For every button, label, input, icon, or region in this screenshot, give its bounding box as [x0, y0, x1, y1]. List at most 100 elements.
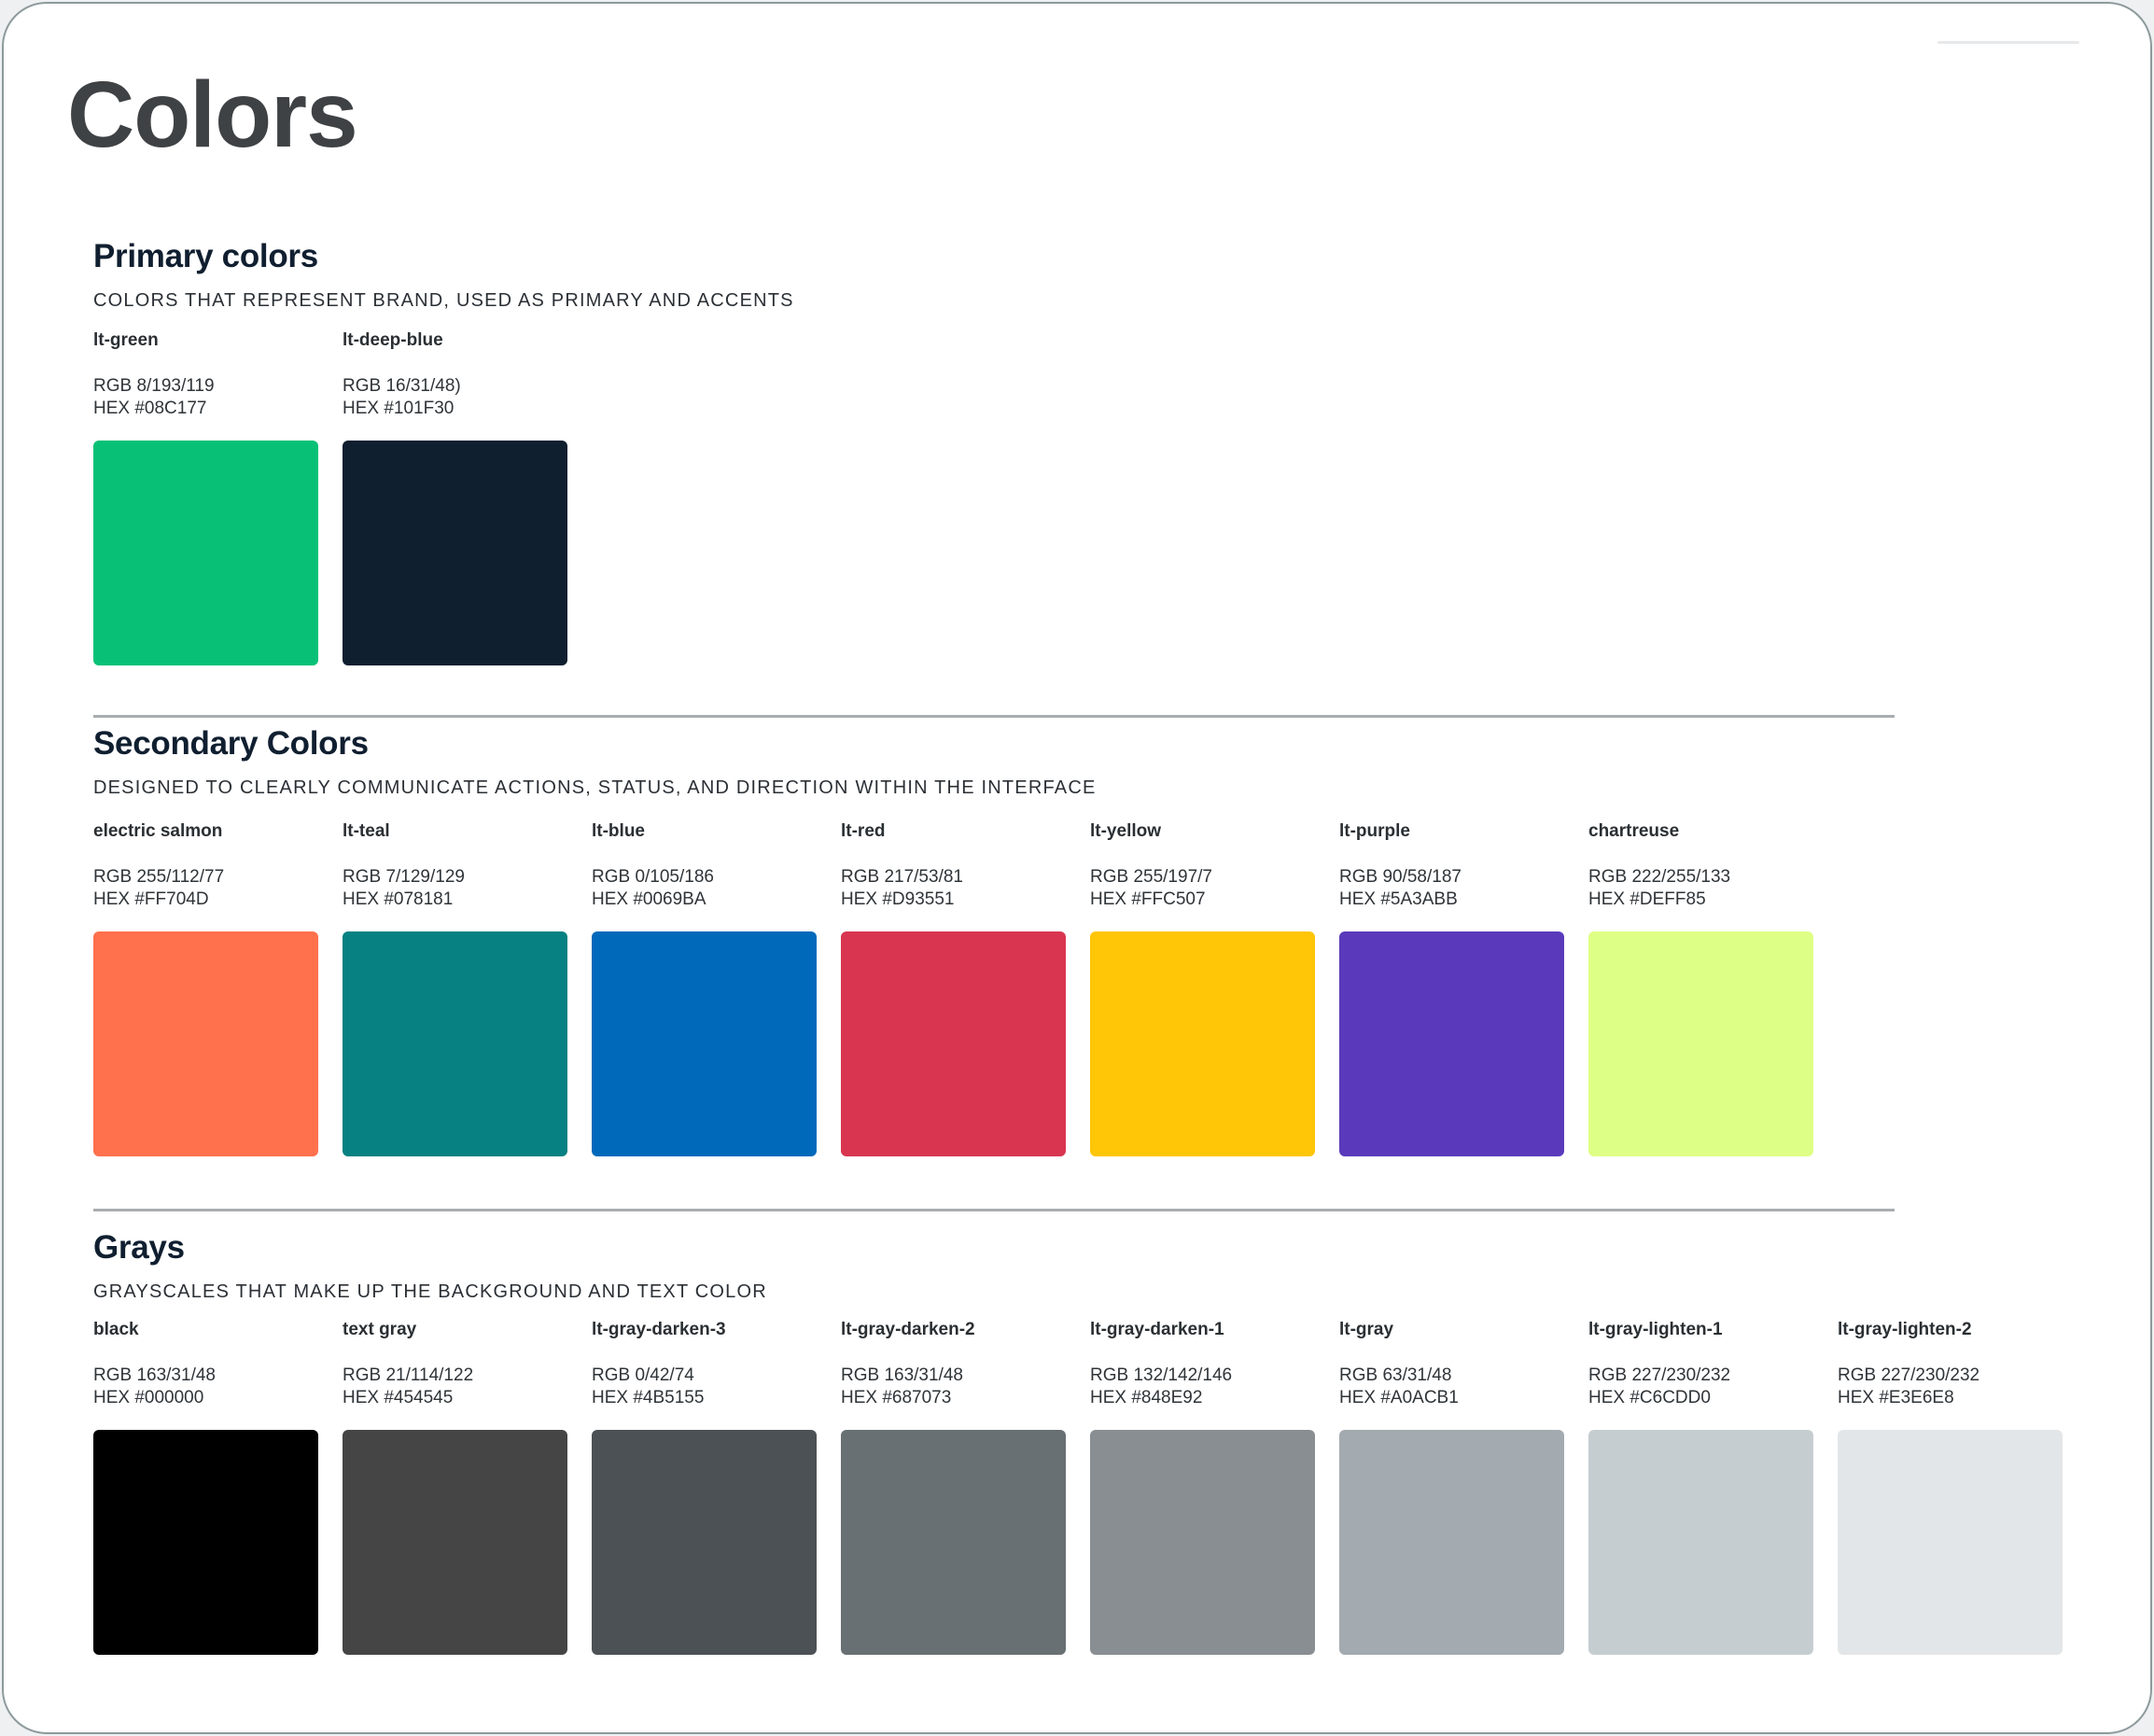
swatch-name: lt-gray-darken-2 — [841, 1320, 975, 1339]
swatch-name: lt-gray-darken-1 — [1090, 1320, 1224, 1339]
swatch-rgb: RGB 0/105/186 — [592, 867, 714, 887]
swatch-hex: HEX #454545 — [343, 1388, 454, 1407]
swatch-hex: HEX #FF704D — [93, 889, 209, 909]
grays-section: Grays GRAYSCALES THAT MAKE UP THE BACKGR… — [93, 1228, 2109, 1303]
swatch-name: lt-green — [93, 330, 159, 350]
swatch-lt-gray-darken-1[interactable]: lt-gray-darken-1 RGB 132/142/146 HEX #84… — [1090, 1320, 1315, 1655]
swatch-hex: HEX #5A3ABB — [1339, 889, 1458, 909]
swatch-hex: HEX #08C177 — [93, 399, 207, 418]
color-palette-card: Colors Primary colors COLORS THAT REPRES… — [2, 2, 2152, 1734]
section-subtitle: DESIGNED TO CLEARLY COMMUNICATE ACTIONS,… — [93, 777, 1097, 798]
swatch-name: lt-gray-lighten-2 — [1838, 1320, 1972, 1339]
swatch-lt-deep-blue[interactable]: lt-deep-blue RGB 16/31/48) HEX #101F30 — [343, 330, 567, 665]
swatch-hex: HEX #078181 — [343, 889, 454, 909]
swatch-hex: HEX #4B5155 — [592, 1388, 705, 1407]
color-chip[interactable] — [343, 931, 567, 1156]
swatch-rgb: RGB 163/31/48 — [841, 1365, 963, 1385]
swatch-hex: HEX #848E92 — [1090, 1388, 1203, 1407]
swatch-lt-gray-darken-3[interactable]: lt-gray-darken-3 RGB 0/42/74 HEX #4B5155 — [592, 1320, 817, 1655]
swatch-lt-blue[interactable]: lt-blue RGB 0/105/186 HEX #0069BA — [592, 821, 817, 1156]
swatch-name: lt-gray-darken-3 — [592, 1320, 726, 1339]
primary-swatch-row: lt-green RGB 8/193/119 HEX #08C177 lt-de… — [93, 330, 567, 665]
swatch-rgb: RGB 132/142/146 — [1090, 1365, 1233, 1385]
swatch-lt-gray-lighten-2[interactable]: lt-gray-lighten-2 RGB 227/230/232 HEX #E… — [1838, 1320, 2063, 1655]
swatch-rgb: RGB 255/197/7 — [1090, 867, 1212, 887]
section-subtitle: COLORS THAT REPRESENT BRAND, USED AS PRI… — [93, 290, 794, 311]
swatch-hex: HEX #D93551 — [841, 889, 955, 909]
swatch-name: lt-gray-lighten-1 — [1588, 1320, 1723, 1339]
color-chip[interactable] — [93, 931, 318, 1156]
color-chip[interactable] — [592, 931, 817, 1156]
swatch-hex: HEX #FFC507 — [1090, 889, 1206, 909]
swatch-hex: HEX #0069BA — [592, 889, 706, 909]
color-chip[interactable] — [93, 441, 318, 665]
swatch-rgb: RGB 63/31/48 — [1339, 1365, 1452, 1385]
color-chip[interactable] — [1090, 1430, 1315, 1655]
swatch-rgb: RGB 222/255/133 — [1588, 867, 1731, 887]
swatch-hex: HEX #A0ACB1 — [1339, 1388, 1459, 1407]
swatch-lt-gray[interactable]: lt-gray RGB 63/31/48 HEX #A0ACB1 — [1339, 1320, 1564, 1655]
color-chip[interactable] — [1090, 931, 1315, 1156]
swatch-lt-red[interactable]: lt-red RGB 217/53/81 HEX #D93551 — [841, 821, 1066, 1156]
section-subtitle: GRAYSCALES THAT MAKE UP THE BACKGROUND A… — [93, 1281, 767, 1302]
swatch-lt-teal[interactable]: lt-teal RGB 7/129/129 HEX #078181 — [343, 821, 567, 1156]
section-title: Secondary Colors — [93, 725, 369, 762]
swatch-electric-salmon[interactable]: electric salmon RGB 255/112/77 HEX #FF70… — [93, 821, 318, 1156]
swatch-hex: HEX #101F30 — [343, 399, 455, 418]
swatch-lt-green[interactable]: lt-green RGB 8/193/119 HEX #08C177 — [93, 330, 318, 665]
swatch-rgb: RGB 163/31/48 — [93, 1365, 216, 1385]
swatch-rgb: RGB 8/193/119 — [93, 376, 215, 396]
color-chip[interactable] — [93, 1430, 318, 1655]
swatch-name: black — [93, 1320, 139, 1339]
color-chip[interactable] — [1838, 1430, 2063, 1655]
section-title: Grays — [93, 1229, 185, 1266]
swatch-hex: HEX #687073 — [841, 1388, 952, 1407]
swatch-hex: HEX #E3E6E8 — [1838, 1388, 1954, 1407]
swatch-text-gray[interactable]: text gray RGB 21/114/122 HEX #454545 — [343, 1320, 567, 1655]
swatch-rgb: RGB 227/230/232 — [1588, 1365, 1731, 1385]
swatch-rgb: RGB 7/129/129 — [343, 867, 465, 887]
color-chip[interactable] — [592, 1430, 817, 1655]
swatch-rgb: RGB 90/58/187 — [1339, 867, 1462, 887]
swatch-black[interactable]: black RGB 163/31/48 HEX #000000 — [93, 1320, 318, 1655]
swatch-name: lt-purple — [1339, 821, 1410, 841]
swatch-rgb: RGB 217/53/81 — [841, 867, 963, 887]
section-title: Primary colors — [93, 238, 318, 274]
swatch-name: electric salmon — [93, 821, 223, 841]
color-chip[interactable] — [841, 1430, 1066, 1655]
swatch-name: lt-gray — [1339, 1320, 1394, 1339]
swatch-hex: HEX #DEFF85 — [1588, 889, 1706, 909]
swatch-hex: HEX #000000 — [93, 1388, 204, 1407]
primary-colors-section: Primary colors COLORS THAT REPRESENT BRA… — [93, 237, 2109, 312]
grays-swatch-row: black RGB 163/31/48 HEX #000000 text gra… — [93, 1320, 2063, 1655]
swatch-name: lt-yellow — [1090, 821, 1162, 841]
swatch-lt-gray-lighten-1[interactable]: lt-gray-lighten-1 RGB 227/230/232 HEX #C… — [1588, 1320, 1813, 1655]
swatch-lt-purple[interactable]: lt-purple RGB 90/58/187 HEX #5A3ABB — [1339, 821, 1564, 1156]
swatch-rgb: RGB 0/42/74 — [592, 1365, 694, 1385]
swatch-name: lt-red — [841, 821, 886, 841]
section-divider — [93, 1209, 1895, 1211]
swatch-rgb: RGB 255/112/77 — [93, 867, 225, 887]
swatch-rgb: RGB 21/114/122 — [343, 1365, 474, 1385]
swatch-name: chartreuse — [1588, 821, 1680, 841]
swatch-lt-yellow[interactable]: lt-yellow RGB 255/197/7 HEX #FFC507 — [1090, 821, 1315, 1156]
scroll-indicator — [1937, 41, 2079, 44]
color-chip[interactable] — [1339, 1430, 1564, 1655]
color-chip[interactable] — [1588, 1430, 1813, 1655]
color-chip[interactable] — [1339, 931, 1564, 1156]
swatch-lt-gray-darken-2[interactable]: lt-gray-darken-2 RGB 163/31/48 HEX #6870… — [841, 1320, 1066, 1655]
swatch-hex: HEX #C6CDD0 — [1588, 1388, 1711, 1407]
color-chip[interactable] — [1588, 931, 1813, 1156]
swatch-name: text gray — [343, 1320, 417, 1339]
swatch-name: lt-blue — [592, 821, 645, 841]
color-chip[interactable] — [343, 441, 567, 665]
color-chip[interactable] — [343, 1430, 567, 1655]
section-divider — [93, 715, 1895, 718]
swatch-name: lt-deep-blue — [343, 330, 443, 350]
swatch-name: lt-teal — [343, 821, 390, 841]
swatch-chartreuse[interactable]: chartreuse RGB 222/255/133 HEX #DEFF85 — [1588, 821, 1813, 1156]
swatch-rgb: RGB 227/230/232 — [1838, 1365, 1980, 1385]
page-title: Colors — [67, 63, 358, 167]
color-chip[interactable] — [841, 931, 1066, 1156]
secondary-swatch-row: electric salmon RGB 255/112/77 HEX #FF70… — [93, 821, 1813, 1156]
